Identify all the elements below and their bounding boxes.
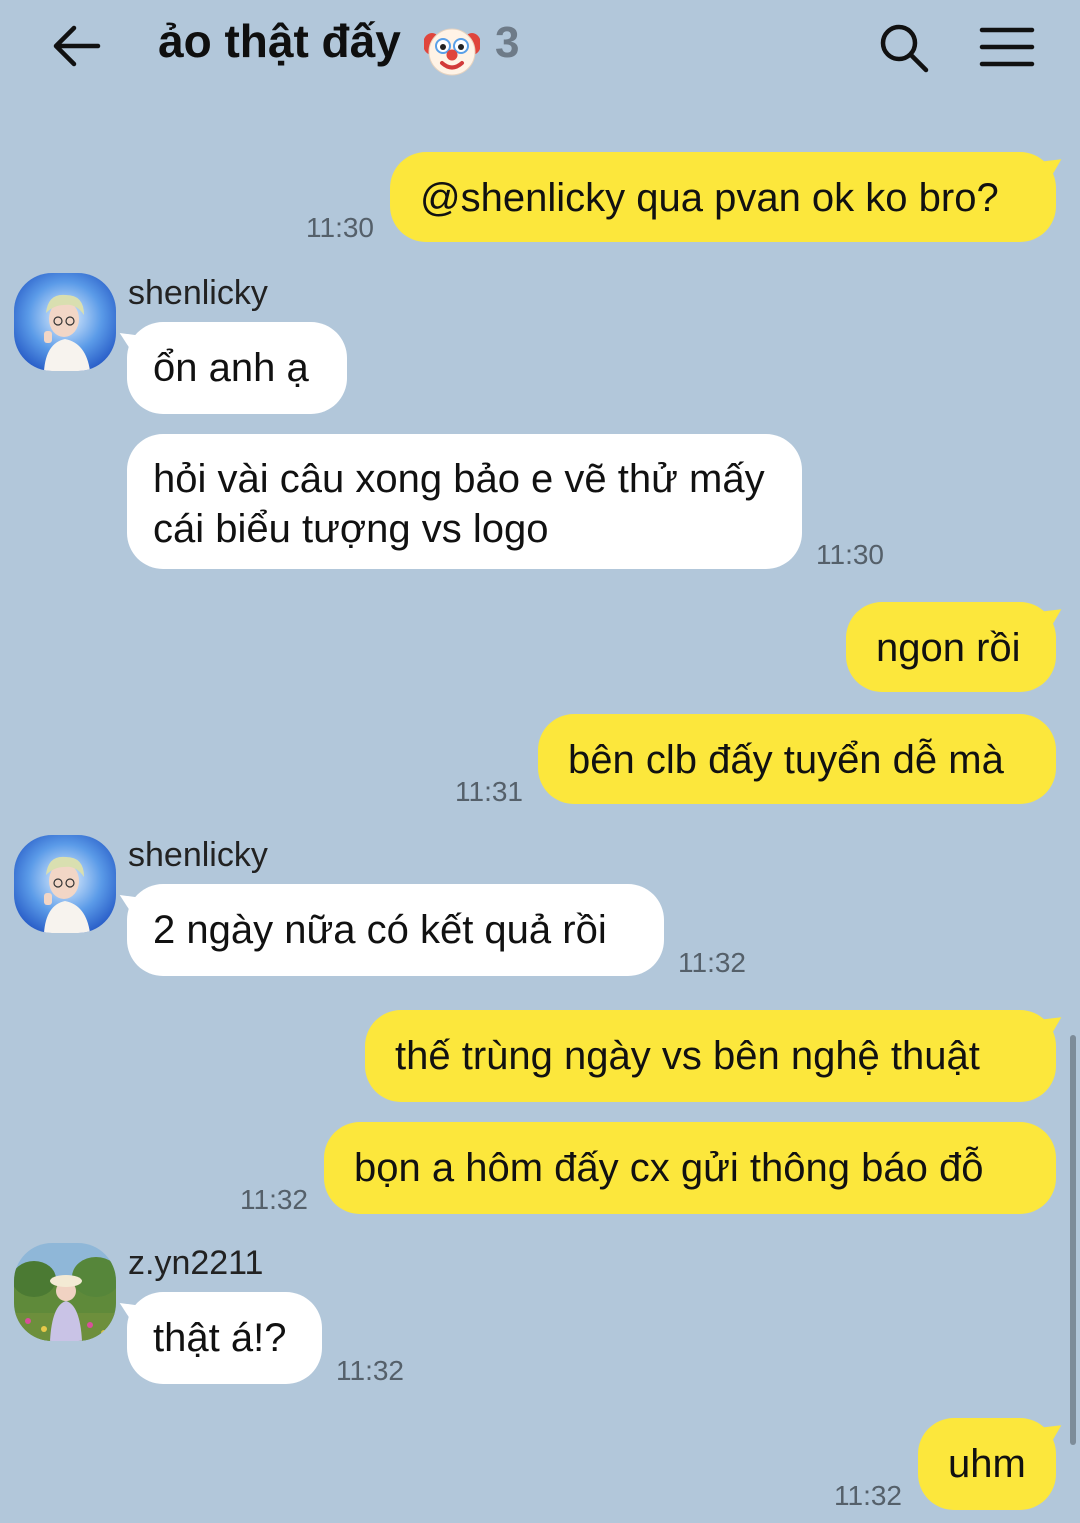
chat-header: ảo thật đấy 3 xyxy=(0,0,1080,95)
my-message-bubble[interactable]: bên clb đấy tuyển dễ mà xyxy=(538,714,1056,804)
menu-icon[interactable] xyxy=(978,24,1036,70)
search-icon[interactable] xyxy=(876,22,932,74)
their-message-bubble[interactable]: hỏi vài câu xong bảo e vẽ thử mấy cái bi… xyxy=(127,434,802,569)
avatar-shenlicky[interactable] xyxy=(14,273,116,371)
clown-emoji-icon xyxy=(424,28,480,76)
avatar-shenlicky[interactable] xyxy=(14,835,116,933)
message-time: 11:31 xyxy=(455,776,523,807)
message-time: 11:30 xyxy=(306,212,374,243)
my-message-bubble[interactable]: @shenlicky qua pvan ok ko bro? xyxy=(390,152,1056,242)
their-message-bubble[interactable]: ổn anh ạ xyxy=(127,322,347,414)
my-message-bubble[interactable]: thế trùng ngày vs bên nghệ thuật xyxy=(365,1010,1056,1102)
chat-title: ảo thật đấy xyxy=(158,15,401,67)
message-time: 11:30 xyxy=(816,539,884,570)
my-message-bubble[interactable]: ngon rồi xyxy=(846,602,1056,692)
back-arrow-icon[interactable] xyxy=(50,22,102,70)
scrollbar[interactable] xyxy=(1070,1035,1076,1445)
member-count: 3 xyxy=(495,18,520,67)
sender-name: shenlicky xyxy=(128,274,268,312)
my-message-bubble[interactable]: uhm xyxy=(918,1418,1056,1510)
sender-name: z.yn2211 xyxy=(128,1244,264,1282)
message-time: 11:32 xyxy=(336,1355,404,1386)
message-time: 11:32 xyxy=(240,1184,308,1215)
avatar-zyn2211[interactable] xyxy=(14,1243,116,1341)
my-message-bubble[interactable]: bọn a hôm đấy cx gửi thông báo đỗ xyxy=(324,1122,1056,1214)
their-message-bubble[interactable]: thật á!? xyxy=(127,1292,322,1384)
sender-name: shenlicky xyxy=(128,836,268,874)
message-time: 11:32 xyxy=(678,947,746,978)
their-message-bubble[interactable]: 2 ngày nữa có kết quả rồi xyxy=(127,884,664,976)
message-time: 11:32 xyxy=(834,1480,902,1511)
